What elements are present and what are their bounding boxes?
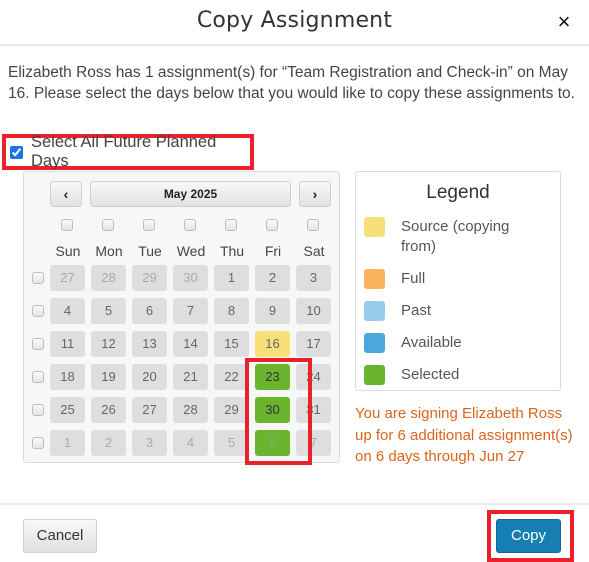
calendar-day[interactable]: 28 [91,265,126,291]
calendar-day[interactable]: 15 [214,331,249,357]
select-all-label: Select All Future Planned Days [31,133,217,170]
calendar-day[interactable]: 14 [173,331,208,357]
weekday-label: Mon [95,243,123,259]
week-row-checkbox[interactable] [32,404,44,416]
cancel-button[interactable]: Cancel [23,519,97,553]
calendar-day[interactable]: 2 [91,430,126,456]
calendar-day[interactable]: 30 [173,265,208,291]
month-title-button[interactable]: May 2025 [90,181,291,207]
calendar-day[interactable]: 3 [296,265,331,291]
calendar-day[interactable]: 4 [173,430,208,456]
calendar-day[interactable]: 17 [296,331,331,357]
weekday-checkbox-tue[interactable] [143,219,155,231]
weekday-checkbox-sat[interactable] [307,219,319,231]
legend-panel: Legend Source (copying from) Full Past Avai… [355,171,561,391]
calendar-day[interactable]: 6 [255,430,290,456]
calendar-day[interactable]: 18 [50,364,85,390]
weekday-label: Wed [176,243,206,259]
weekday-label: Sun [55,243,81,259]
calendar-day[interactable]: 16 [255,331,290,357]
calendar-day[interactable]: 12 [91,331,126,357]
legend-swatch [364,365,385,385]
calendar-day[interactable]: 7 [296,430,331,456]
legend-swatch [364,217,385,237]
copy-button[interactable]: Copy [496,519,561,553]
calendar-day[interactable]: 1 [214,265,249,291]
calendar-day[interactable]: 20 [132,364,167,390]
legend-item: Source (copying from) [364,217,531,257]
prev-month-button[interactable]: ‹ [50,181,82,207]
legend-item: Full [364,269,531,289]
legend-item: Past [364,301,531,321]
weekday-checkbox-sun[interactable] [61,219,73,231]
legend-title: Legend [426,182,490,203]
calendar-day[interactable]: 9 [255,298,290,324]
calendar-day[interactable]: 27 [50,265,85,291]
calendar-day[interactable]: 21 [173,364,208,390]
legend-label: Available [401,334,462,351]
description-text: Elizabeth Ross has 1 assignment(s) for “… [8,64,575,102]
calendar-day[interactable]: 4 [50,298,85,324]
calendar-day[interactable]: 29 [214,397,249,423]
legend-item: Available [364,333,531,353]
calendar-day[interactable]: 30 [255,397,290,423]
weekday-label: Tue [138,243,162,259]
calendar-day[interactable]: 7 [173,298,208,324]
legend-swatch [364,301,385,321]
legend-swatch [364,333,385,353]
legend-item: Selected [364,365,531,385]
week-row-checkbox[interactable] [32,338,44,350]
week-row-checkbox[interactable] [32,272,44,284]
select-all-checkbox[interactable] [10,145,23,159]
signup-notice: You are signing Elizabeth Ross up for 6 … [355,405,573,465]
calendar-day[interactable]: 13 [132,331,167,357]
calendar: ‹ May 2025 › Sun Mon Tue Wed Thu Fri Sat 27 28 29… [23,171,340,463]
weekday-checkbox-fri[interactable] [266,219,278,231]
calendar-day[interactable]: 19 [91,364,126,390]
legend-label: Full [401,270,426,287]
weekday-checkbox-wed[interactable] [184,219,196,231]
calendar-day[interactable]: 6 [132,298,167,324]
next-month-button[interactable]: › [299,181,331,207]
calendar-day[interactable]: 28 [173,397,208,423]
legend-label: Source (copying from) [401,218,510,255]
calendar-day[interactable]: 24 [296,364,331,390]
close-icon[interactable]: × [551,8,577,36]
calendar-day[interactable]: 8 [214,298,249,324]
weekday-label: Fri [264,243,282,259]
week-row-checkbox[interactable] [32,437,44,449]
calendar-day[interactable]: 5 [91,298,126,324]
week-row-checkbox[interactable] [32,305,44,317]
calendar-day[interactable]: 5 [214,430,249,456]
dialog-header: Copy Assignment × [0,0,589,46]
legend-swatch [364,269,385,289]
calendar-day[interactable]: 11 [50,331,85,357]
calendar-day[interactable]: 26 [91,397,126,423]
calendar-day[interactable]: 25 [50,397,85,423]
legend-label: Past [401,302,432,319]
weekday-label: Thu [219,243,245,259]
calendar-day[interactable]: 29 [132,265,167,291]
weekday-label: Sat [303,243,325,259]
weekday-checkbox-thu[interactable] [225,219,237,231]
dialog-title: Copy Assignment [196,8,393,33]
footer-divider [0,503,589,505]
calendar-day[interactable]: 27 [132,397,167,423]
calendar-day[interactable]: 1 [50,430,85,456]
week-row-checkbox[interactable] [32,371,44,383]
calendar-day[interactable]: 31 [296,397,331,423]
calendar-day[interactable]: 3 [132,430,167,456]
weekday-checkbox-mon[interactable] [102,219,114,231]
calendar-day[interactable]: 22 [214,364,249,390]
select-all-future-days[interactable]: Select All Future Planned Days [2,133,254,170]
calendar-day[interactable]: 23 [255,364,290,390]
calendar-day[interactable]: 2 [255,265,290,291]
legend-label: Selected [401,366,460,383]
calendar-day[interactable]: 10 [296,298,331,324]
